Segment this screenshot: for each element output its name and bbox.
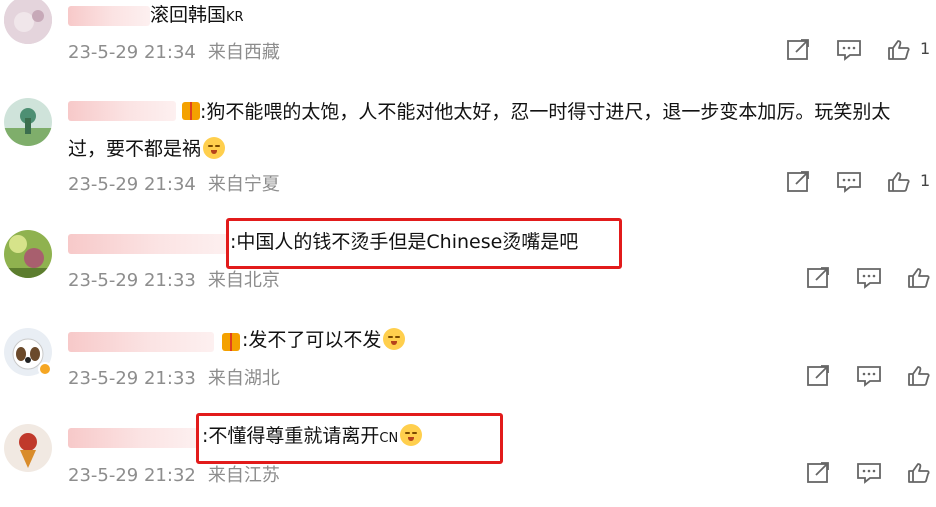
- comment-icon[interactable]: [836, 38, 862, 62]
- comment-location: 来自宁夏: [207, 174, 280, 195]
- comment-date: 23-5-29 21:32: [68, 465, 196, 486]
- comment-date: 23-5-29 21:34: [68, 174, 196, 195]
- highlight-box: [226, 218, 622, 269]
- comment-meta: 23-5-29 21:33 来自湖北: [68, 364, 280, 390]
- highlight-box: [196, 413, 503, 464]
- avatar[interactable]: [4, 98, 52, 146]
- like-icon[interactable]: [886, 170, 912, 194]
- like-count: 1: [920, 39, 931, 58]
- share-icon[interactable]: [786, 38, 812, 62]
- comment-actions: [806, 364, 936, 388]
- comment-icon[interactable]: [836, 170, 862, 194]
- comment-actions: [806, 266, 936, 290]
- comment-location: 来自湖北: [207, 368, 280, 389]
- like-icon[interactable]: [906, 461, 932, 485]
- comment-icon[interactable]: [856, 461, 882, 485]
- comment-location: 来自江苏: [207, 465, 280, 486]
- comment-text: :狗不能喂的太饱，人不能对他太好，忍一时得寸进尺，退一步变本加厉。玩笑别太过，要…: [68, 101, 891, 160]
- avatar[interactable]: [4, 230, 52, 278]
- verified-badge: [38, 362, 52, 376]
- comment-date: 23-5-29 21:33: [68, 368, 196, 389]
- comment-actions: 1: [786, 170, 936, 194]
- emoji-icon: [383, 328, 406, 350]
- comment-location: 来自西藏: [207, 42, 280, 63]
- share-icon[interactable]: [806, 461, 832, 485]
- comment-icon[interactable]: [856, 266, 882, 290]
- comment-meta: 23-5-29 21:32 来自江苏: [68, 461, 280, 487]
- like-icon[interactable]: [906, 266, 932, 290]
- avatar[interactable]: [4, 0, 52, 44]
- comment-date: 23-5-29 21:33: [68, 270, 196, 291]
- emoji-icon: [203, 137, 226, 159]
- avatar-image: [4, 230, 52, 278]
- comment-location: 来自北京: [207, 270, 280, 291]
- avatar-image: [4, 0, 52, 44]
- avatar-image: [4, 98, 52, 146]
- comment-date: 23-5-29 21:34: [68, 42, 196, 63]
- avatar[interactable]: [4, 424, 52, 472]
- like-count: 1: [920, 171, 931, 190]
- gift-icon: [222, 333, 240, 351]
- username-blurred[interactable]: [68, 6, 150, 26]
- comment-meta: 23-5-29 21:34 来自宁夏: [68, 170, 280, 196]
- comment-meta: 23-5-29 21:34 来自西藏: [68, 38, 280, 64]
- comment-text: 滚回韩国KR: [150, 4, 244, 26]
- share-icon[interactable]: [806, 266, 832, 290]
- comment-actions: 1: [786, 38, 936, 62]
- share-icon[interactable]: [786, 170, 812, 194]
- comment-icon[interactable]: [856, 364, 882, 388]
- like-icon[interactable]: [886, 38, 912, 62]
- share-icon[interactable]: [806, 364, 832, 388]
- username-blurred[interactable]: [68, 234, 228, 254]
- avatar-image: [4, 424, 52, 472]
- comment-text: :发不了可以不发: [242, 322, 916, 359]
- comment-actions: [806, 461, 936, 485]
- username-blurred[interactable]: [68, 332, 214, 352]
- username-blurred[interactable]: [68, 428, 198, 448]
- comment-meta: 23-5-29 21:33 来自北京: [68, 266, 280, 292]
- like-icon[interactable]: [906, 364, 932, 388]
